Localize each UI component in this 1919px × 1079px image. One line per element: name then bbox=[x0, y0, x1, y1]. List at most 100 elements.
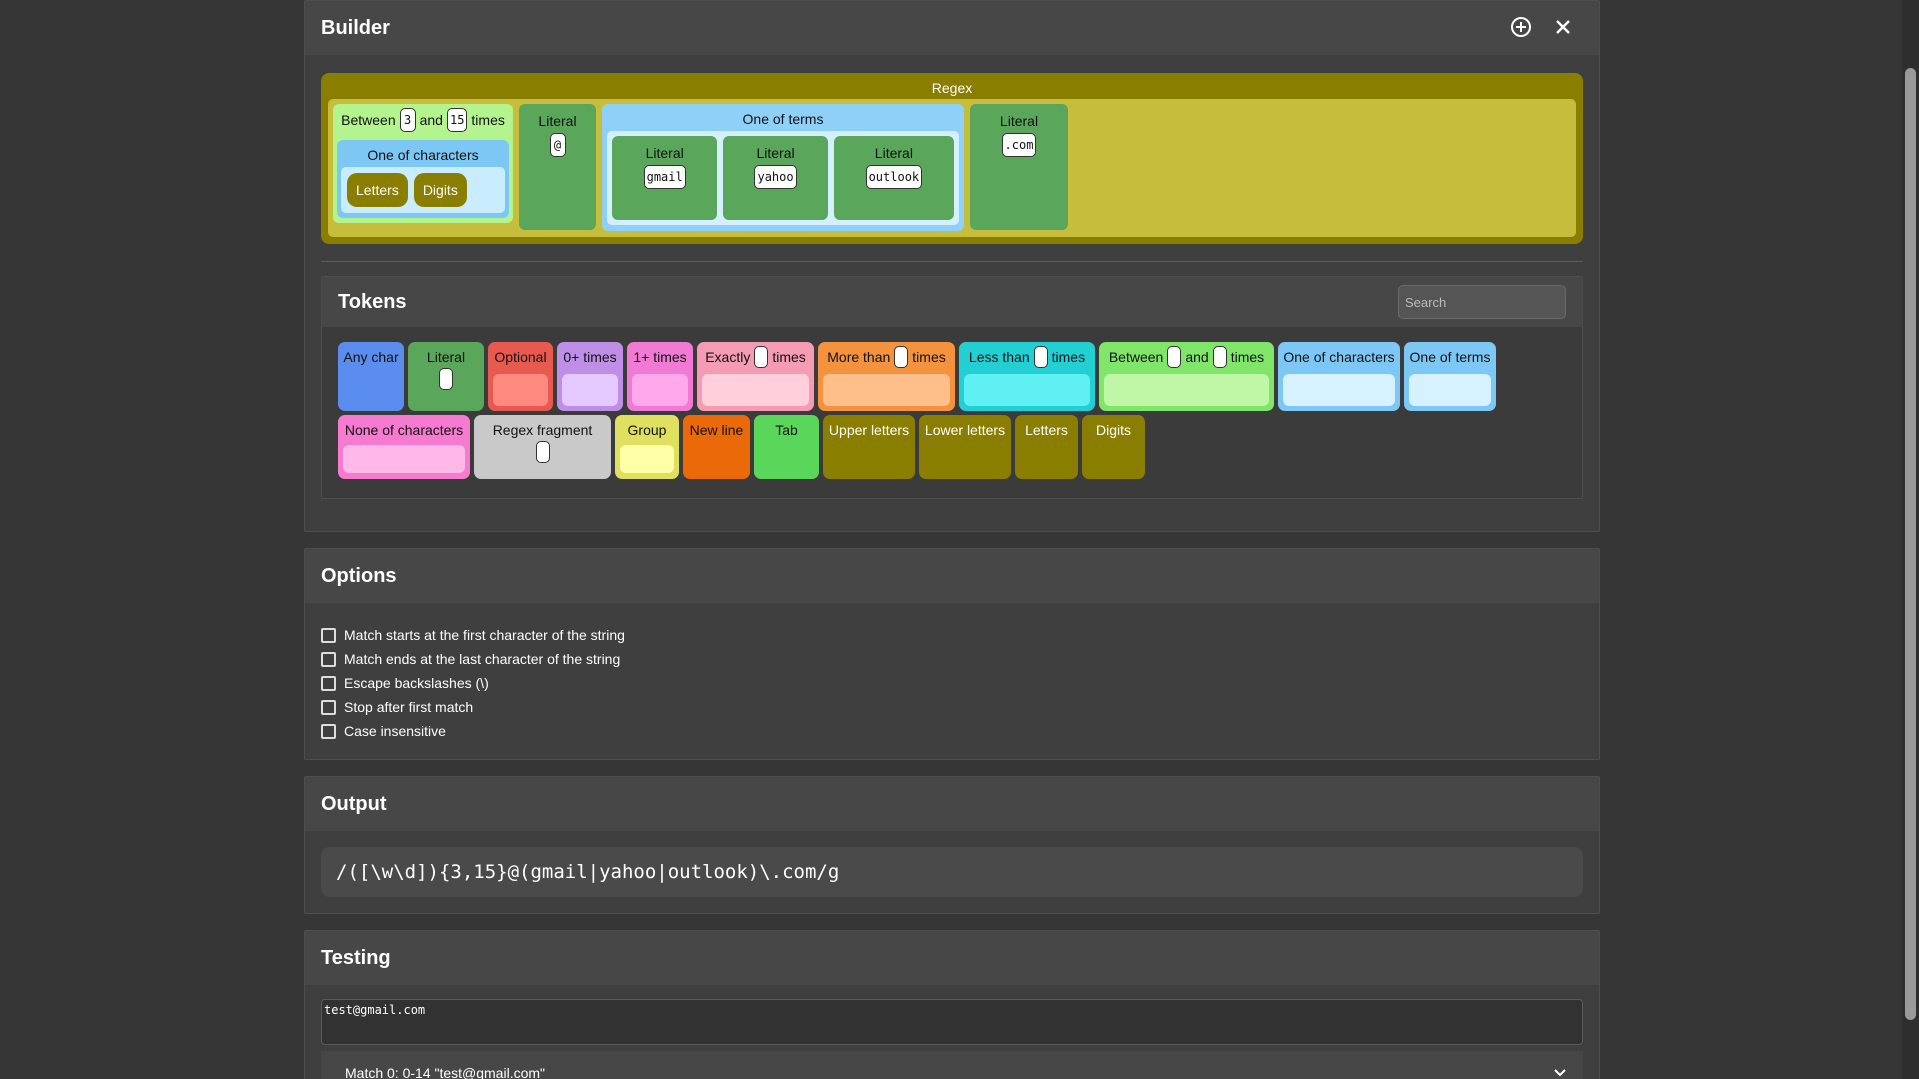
token-less-than-slot bbox=[964, 374, 1090, 406]
token-one-of-characters[interactable]: One of characters bbox=[1278, 342, 1400, 411]
literal-outlook-value[interactable]: outlook bbox=[865, 165, 923, 189]
token-digits[interactable]: Digits bbox=[1082, 415, 1145, 479]
token-regex-fragment[interactable]: Regex fragment bbox=[474, 415, 611, 479]
literal-com-value[interactable]: .com bbox=[1001, 133, 1037, 157]
token-literal[interactable]: Literal bbox=[408, 342, 484, 411]
token-exactly-label-b: times bbox=[772, 349, 806, 365]
token-new-line-label: New line bbox=[689, 422, 744, 438]
token-exactly-input[interactable] bbox=[754, 346, 769, 368]
token-lower-letters[interactable]: Lower letters bbox=[919, 415, 1011, 479]
regex-root-node[interactable]: Regex Between 3 and 15 times One of char… bbox=[321, 73, 1583, 244]
one-of-terms-label: One of terms bbox=[742, 111, 824, 127]
token-optional-label: Optional bbox=[494, 349, 547, 365]
token-tab[interactable]: Tab bbox=[754, 415, 819, 479]
between-suffix: times bbox=[471, 112, 505, 128]
builder-title: Builder bbox=[321, 16, 390, 39]
token-zero-plus[interactable]: 0+ times bbox=[557, 342, 623, 411]
token-new-line[interactable]: New line bbox=[683, 415, 750, 479]
token-one-of-terms-label: One of terms bbox=[1409, 349, 1491, 365]
match-result-row[interactable]: Match 0: 0-14 "test@gmail.com" bbox=[321, 1051, 1583, 1079]
literal-at-value[interactable]: @ bbox=[549, 133, 566, 157]
token-between-label-b: and bbox=[1185, 349, 1209, 365]
token-any-char[interactable]: Any char bbox=[338, 342, 404, 411]
letters-node[interactable]: Letters bbox=[347, 173, 408, 207]
token-less-than-input[interactable] bbox=[1033, 346, 1048, 368]
token-letters[interactable]: Letters bbox=[1015, 415, 1078, 479]
option-match-start[interactable]: Match starts at the first character of t… bbox=[321, 623, 1583, 647]
token-digits-label: Digits bbox=[1095, 422, 1131, 438]
token-more-than-label-a: More than bbox=[827, 349, 891, 365]
literal-outlook-node[interactable]: Literal outlook bbox=[833, 136, 954, 220]
output-header: Output bbox=[305, 777, 1599, 831]
token-search-input[interactable] bbox=[1398, 285, 1566, 319]
between-prefix: Between bbox=[341, 112, 396, 128]
token-between[interactable]: Between and times bbox=[1099, 342, 1274, 411]
regex-root-children: Between 3 and 15 times One of characters… bbox=[328, 99, 1576, 237]
output-regex[interactable]: /([\w\d]){3,15}@(gmail|yahoo|outlook)\.c… bbox=[321, 847, 1583, 897]
checkbox[interactable] bbox=[321, 627, 336, 643]
token-optional[interactable]: Optional bbox=[488, 342, 553, 411]
token-upper-letters[interactable]: Upper letters bbox=[823, 415, 915, 479]
token-between-min-input[interactable] bbox=[1167, 346, 1182, 368]
option-label: Match starts at the first character of t… bbox=[344, 627, 625, 643]
checkbox[interactable] bbox=[321, 651, 336, 667]
output-body: /([\w\d]){3,15}@(gmail|yahoo|outlook)\.c… bbox=[305, 831, 1599, 913]
checkbox[interactable] bbox=[321, 675, 336, 691]
token-regex-fragment-input[interactable] bbox=[535, 441, 550, 463]
token-zero-plus-label: 0+ times bbox=[563, 349, 617, 365]
checkbox[interactable] bbox=[321, 723, 336, 739]
literal-yahoo-node[interactable]: Literal yahoo bbox=[723, 136, 828, 220]
token-one-plus-label: 1+ times bbox=[633, 349, 687, 365]
literal-gmail-value[interactable]: gmail bbox=[643, 165, 686, 189]
literal-yahoo-value[interactable]: yahoo bbox=[754, 165, 797, 189]
token-one-plus[interactable]: 1+ times bbox=[627, 342, 693, 411]
between-node[interactable]: Between 3 and 15 times One of characters… bbox=[333, 104, 513, 223]
token-between-max-input[interactable] bbox=[1212, 346, 1227, 368]
token-upper-letters-label: Upper letters bbox=[828, 422, 910, 438]
option-match-end[interactable]: Match ends at the last character of the … bbox=[321, 647, 1583, 671]
one-of-terms-node[interactable]: One of terms Literal gmail Literal yahoo bbox=[602, 104, 964, 231]
token-more-than-input[interactable] bbox=[894, 346, 909, 368]
token-group-label: Group bbox=[627, 422, 667, 438]
output-title: Output bbox=[321, 792, 387, 815]
token-literal-input[interactable] bbox=[439, 368, 453, 390]
scrollbar-thumb[interactable] bbox=[1905, 68, 1916, 1020]
token-zero-plus-slot bbox=[562, 374, 618, 406]
option-case-insensitive[interactable]: Case insensitive bbox=[321, 719, 1583, 743]
option-escape-backslashes[interactable]: Escape backslashes (\) bbox=[321, 671, 1583, 695]
add-circle-icon[interactable] bbox=[1509, 15, 1533, 39]
page: Builder Regex Between 3 and 15 times One… bbox=[304, 0, 1600, 1079]
checkbox[interactable] bbox=[321, 699, 336, 715]
literal-at-node[interactable]: Literal @ bbox=[519, 104, 596, 230]
token-between-label-a: Between bbox=[1108, 349, 1164, 365]
token-group[interactable]: Group bbox=[615, 415, 679, 479]
between-max-input[interactable]: 15 bbox=[446, 108, 468, 132]
one-of-characters-label: One of characters bbox=[367, 147, 479, 163]
literal-gmail-node[interactable]: Literal gmail bbox=[612, 136, 718, 220]
token-regex-fragment-label: Regex fragment bbox=[492, 422, 593, 438]
test-string-input[interactable]: test@gmail.com bbox=[321, 999, 1583, 1045]
between-min-input[interactable]: 3 bbox=[399, 108, 416, 132]
testing-header: Testing bbox=[305, 931, 1599, 985]
chevron-down-icon[interactable] bbox=[1553, 1065, 1567, 1079]
token-less-than[interactable]: Less than times bbox=[959, 342, 1095, 411]
close-icon[interactable] bbox=[1551, 15, 1575, 39]
one-of-characters-node[interactable]: One of characters Letters Digits bbox=[337, 140, 509, 218]
token-one-of-characters-slot bbox=[1283, 374, 1395, 406]
token-more-than-slot bbox=[823, 374, 950, 406]
literal-com-node[interactable]: Literal .com bbox=[970, 104, 1068, 230]
page-scrollbar[interactable] bbox=[1902, 0, 1919, 1079]
token-any-char-label: Any char bbox=[343, 349, 399, 365]
token-between-label-c: times bbox=[1230, 349, 1265, 365]
tokens-row-1: Any char Literal Optional 0+ times 1+ ti… bbox=[338, 342, 1566, 411]
token-more-than[interactable]: More than times bbox=[818, 342, 955, 411]
literal-at-label: Literal bbox=[538, 113, 577, 129]
token-none-of-characters[interactable]: None of characters bbox=[338, 415, 470, 479]
token-exactly-label: Exactly times bbox=[702, 346, 809, 368]
token-one-of-terms[interactable]: One of terms bbox=[1404, 342, 1496, 411]
token-less-than-label: Less than times bbox=[964, 346, 1090, 368]
token-exactly[interactable]: Exactly times bbox=[697, 342, 814, 411]
token-none-of-characters-slot bbox=[343, 445, 465, 473]
digits-node[interactable]: Digits bbox=[413, 173, 467, 207]
option-stop-after-first[interactable]: Stop after first match bbox=[321, 695, 1583, 719]
